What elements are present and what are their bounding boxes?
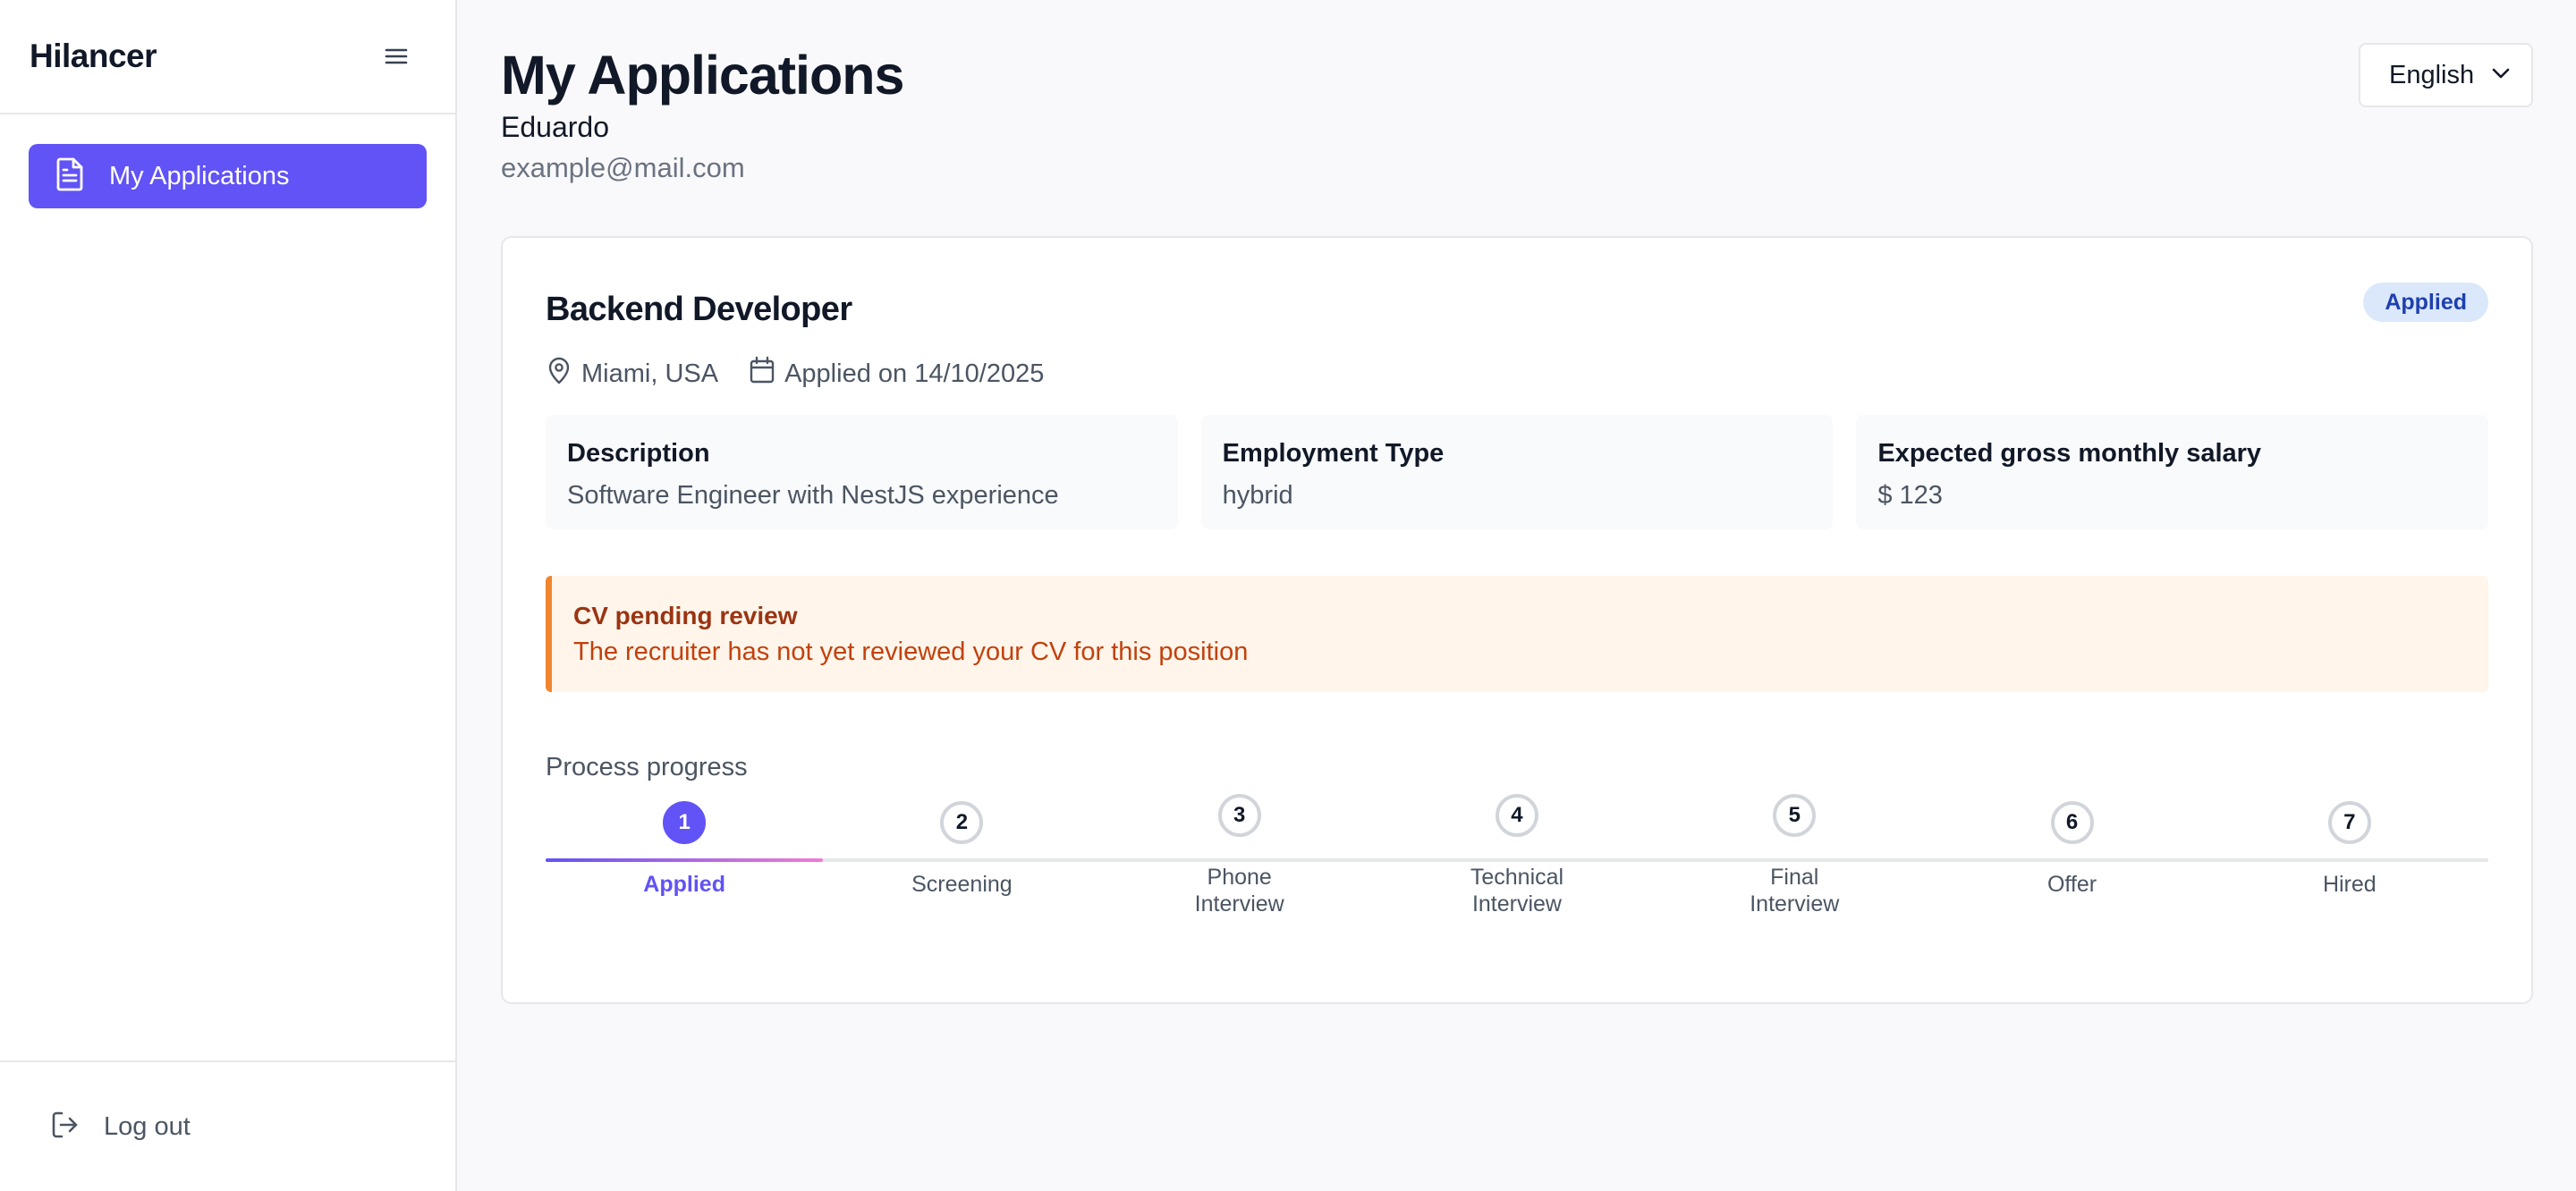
- step-technical-interview: 4 Technical Interview: [1378, 794, 1656, 917]
- employment-type-box: Employment Type hybrid: [1200, 415, 1834, 529]
- employment-type-value: hybrid: [1222, 481, 1293, 510]
- job-meta: Miami, USA Applied on 14/10/2025: [546, 354, 2488, 393]
- step-label: Hired: [2322, 872, 2377, 897]
- calendar-icon: [749, 356, 775, 392]
- status-badge: Applied: [2363, 283, 2488, 322]
- applied-date-text: Applied on 14/10/2025: [784, 359, 1045, 388]
- step-phone-interview: 3 Phone Interview: [1101, 794, 1378, 917]
- step-final-interview: 5 Final Interview: [1656, 794, 1933, 917]
- step-label: Screening: [911, 872, 1013, 897]
- logout-label: Log out: [104, 1111, 191, 1141]
- salary-label: Expected gross monthly salary: [1877, 439, 2262, 468]
- hamburger-icon[interactable]: [380, 40, 412, 72]
- step-number: 5: [1773, 794, 1817, 837]
- description-value: Software Engineer with NestJS experience: [567, 481, 1059, 510]
- logout-button[interactable]: Log out: [0, 1060, 455, 1191]
- description-label: Description: [567, 439, 710, 468]
- application-card: Backend Developer Applied Miami, USA App…: [501, 236, 2533, 1004]
- map-pin-icon: [546, 356, 572, 392]
- step-number: 3: [1217, 794, 1261, 837]
- step-label: Phone Interview: [1194, 865, 1284, 916]
- sidebar: Hilancer My Applications Log out: [0, 0, 457, 1191]
- location-text: Miami, USA: [581, 359, 719, 388]
- sidebar-item-my-applications[interactable]: My Applications: [29, 144, 427, 208]
- language-value: English: [2389, 60, 2475, 89]
- step-number: 7: [2327, 801, 2371, 844]
- step-label: Offer: [2046, 872, 2097, 897]
- step-hired: 7 Hired: [2211, 801, 2488, 917]
- job-title: Backend Developer: [546, 291, 852, 328]
- logout-icon: [50, 1110, 80, 1145]
- progress-label: Process progress: [546, 753, 748, 781]
- process-stepper: 1 Applied 2 Screening 3 Phone Interview 4…: [546, 794, 2488, 944]
- step-label: Applied: [643, 872, 725, 897]
- step-number: 6: [2050, 801, 2094, 844]
- step-label: Technical Interview: [1470, 865, 1564, 916]
- details-row: Description Software Engineer with NestJ…: [546, 415, 2489, 529]
- salary-value: $ 123: [1877, 481, 1943, 510]
- sidebar-item-label: My Applications: [109, 161, 290, 190]
- step-label: Final Interview: [1750, 865, 1840, 916]
- step-number: 2: [940, 801, 984, 844]
- employment-type-label: Employment Type: [1222, 439, 1445, 468]
- alert-text: The recruiter has not yet reviewed your …: [573, 638, 1249, 666]
- step-number: 1: [663, 801, 707, 844]
- applied-date: Applied on 14/10/2025: [749, 356, 1044, 392]
- app-root: Hilancer My Applications Log out My Appl…: [0, 0, 2576, 1191]
- step-screening: 2 Screening: [823, 801, 1100, 917]
- document-icon: [54, 156, 86, 197]
- step-number: 4: [1495, 794, 1538, 837]
- page-title: My Applications: [501, 45, 904, 106]
- location: Miami, USA: [546, 356, 718, 392]
- chevron-down-icon: [2492, 67, 2510, 83]
- salary-box: Expected gross monthly salary $ 123: [1856, 415, 2489, 529]
- sidebar-nav: My Applications: [0, 114, 455, 238]
- user-email: example@mail.com: [501, 152, 745, 183]
- step-applied: 1 Applied: [546, 801, 823, 917]
- language-select[interactable]: English: [2359, 43, 2533, 107]
- step-offer: 6 Offer: [1933, 801, 2210, 917]
- brand-logo: Hilancer: [30, 38, 157, 74]
- main-content: My Applications Eduardo example@mail.com…: [457, 0, 2576, 1191]
- user-name: Eduardo: [501, 111, 609, 143]
- description-box: Description Software Engineer with NestJ…: [546, 415, 1178, 529]
- alert-title: CV pending review: [573, 602, 798, 629]
- cv-pending-alert: CV pending review The recruiter has not …: [546, 576, 2488, 692]
- steps: 1 Applied 2 Screening 3 Phone Interview 4…: [546, 794, 2488, 917]
- sidebar-header: Hilancer: [0, 0, 455, 114]
